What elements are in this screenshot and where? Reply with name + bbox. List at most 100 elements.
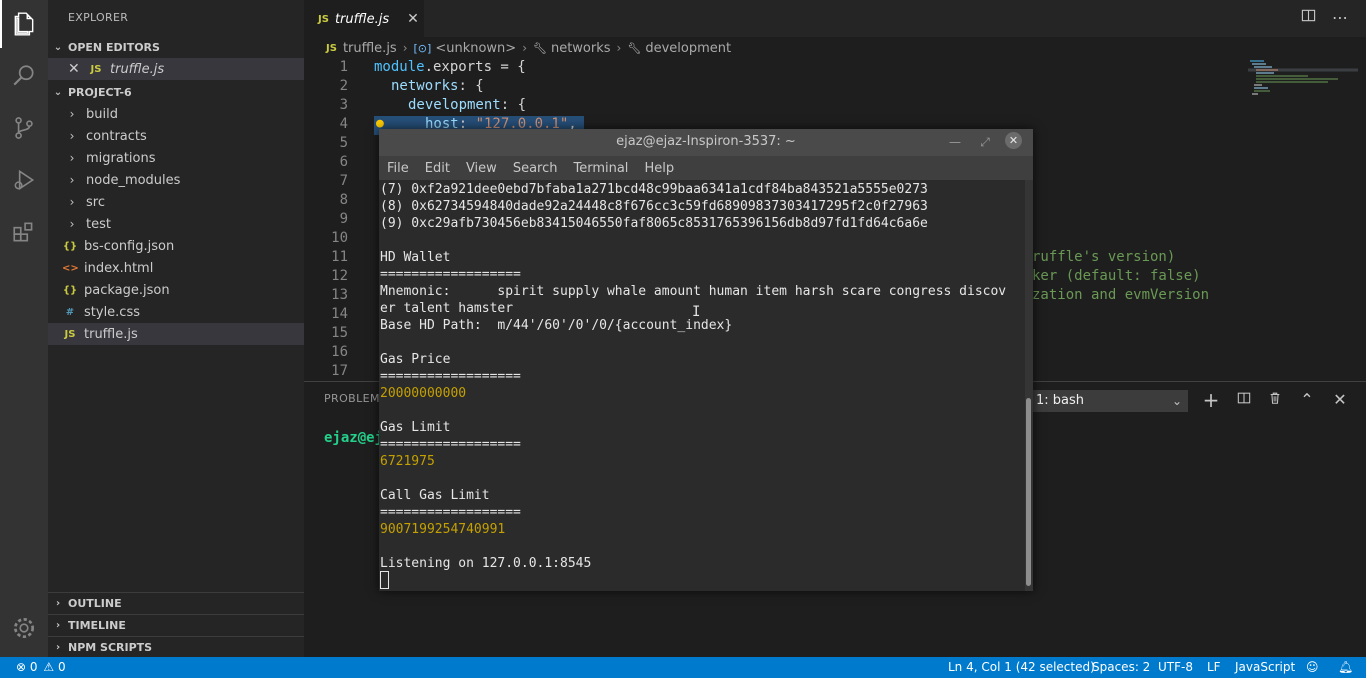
code-line: development: { (408, 97, 526, 113)
minimap[interactable] (1248, 59, 1358, 109)
code-token: networks (391, 78, 459, 94)
tree-item-src[interactable]: › src (48, 191, 304, 213)
text-cursor-icon: I (692, 304, 701, 320)
project-header[interactable]: ⌄ PROJECT-6 (48, 81, 304, 103)
bell-icon[interactable]: 🔔︎ (1338, 660, 1353, 674)
menu-edit[interactable]: Edit (425, 161, 450, 176)
language-mode[interactable]: JavaScript (1235, 660, 1295, 674)
split-terminal-icon[interactable] (1234, 390, 1254, 410)
terminal-prompt[interactable]: ejaz@ej (324, 430, 383, 446)
terminal-line: HD Wallet (380, 250, 451, 265)
breadcrumb-networks[interactable]: networks (551, 41, 611, 56)
chevron-right-icon: › (69, 151, 75, 165)
trash-icon[interactable] (1265, 390, 1285, 410)
terminal-line: ================== (380, 505, 521, 520)
chevron-right-icon: › (69, 129, 75, 143)
problems-indicator[interactable]: ⊗ 0 ⚠︎ 0 (16, 660, 66, 674)
symbol-variable-icon: [⊙] (413, 41, 432, 55)
terminal-line: ================== (380, 437, 521, 452)
tree-item-node-modules[interactable]: › node_modules (48, 169, 304, 191)
line-ending[interactable]: LF (1207, 660, 1221, 674)
tree-item-index-html[interactable]: <> index.html (48, 257, 304, 279)
run-debug-icon[interactable] (0, 156, 48, 204)
menu-view[interactable]: View (466, 161, 497, 176)
encoding[interactable]: UTF-8 (1158, 660, 1193, 674)
chevron-right-icon: › (402, 41, 408, 55)
terminal-line: Call Gas Limit (380, 488, 490, 503)
extensions-icon[interactable] (0, 208, 48, 256)
wrench-icon: 🔧︎ (627, 41, 642, 55)
line-number: 3 (339, 97, 348, 113)
scrollbar-thumb[interactable] (1026, 398, 1031, 586)
source-control-icon[interactable] (0, 104, 48, 152)
menu-help[interactable]: Help (644, 161, 674, 176)
outline-header[interactable]: › OUTLINE (48, 592, 304, 614)
activity-bar (0, 0, 48, 657)
menu-file[interactable]: File (387, 161, 409, 176)
line-number: 6 (339, 154, 348, 170)
terminal-line: 6721975 (380, 454, 435, 469)
cursor-position[interactable]: Ln 4, Col 1 (42 selected) (948, 660, 1095, 674)
indentation[interactable]: Spaces: 2 (1092, 660, 1150, 674)
explorer-icon[interactable] (0, 0, 48, 48)
tree-item-migrations[interactable]: › migrations (48, 147, 304, 169)
gear-icon[interactable] (0, 604, 48, 652)
add-terminal-icon[interactable]: + (1201, 390, 1221, 410)
more-actions-icon[interactable]: ⋯ (1330, 8, 1350, 28)
feedback-icon[interactable]: ☺ (1306, 660, 1319, 674)
menu-search[interactable]: Search (513, 161, 558, 176)
terminal-window-titlebar[interactable]: ejaz@ejaz-Inspiron-3537: ~ — ⤢ ✕ (379, 129, 1033, 156)
breadcrumb-file[interactable]: truffle.js (343, 41, 397, 56)
breadcrumb-symbol[interactable]: <unknown> (435, 41, 516, 56)
breadcrumb-development[interactable]: development (645, 41, 731, 56)
tree-item-test[interactable]: › test (48, 213, 304, 235)
maximize-icon[interactable]: ⤢ (975, 132, 995, 152)
open-editors-header[interactable]: ⌄ OPEN EDITORS (48, 36, 304, 58)
tree-item-label: migrations (86, 150, 156, 166)
minimize-icon[interactable]: — (945, 132, 965, 152)
close-icon[interactable]: ✕ (407, 11, 419, 27)
tree-item-bs-config[interactable]: {} bs-config.json (48, 235, 304, 257)
json-file-icon: {} (62, 240, 78, 252)
tree-item-contracts[interactable]: › contracts (48, 125, 304, 147)
terminal-line: Base HD Path: m/44'/60'/0'/0/{account_in… (380, 318, 733, 333)
tree-item-label: index.html (84, 260, 154, 276)
breadcrumb: JS truffle.js › [⊙] <unknown> › 🔧︎ netwo… (304, 37, 1366, 59)
open-editor-item[interactable]: ✕ JS truffle.js (48, 58, 304, 80)
tree-item-truffle-js[interactable]: JS truffle.js (48, 323, 304, 345)
tab-truffle-js[interactable]: JS truffle.js ✕ (304, 0, 424, 37)
search-icon[interactable] (0, 52, 48, 100)
css-file-icon: # (65, 306, 75, 318)
terminal-select-value: 1: bash (1036, 393, 1085, 408)
close-icon[interactable]: ✕ (68, 61, 84, 77)
terminal-line: Gas Price (380, 352, 451, 367)
tree-item-style-css[interactable]: # style.css (48, 301, 304, 323)
tree-item-label: src (86, 194, 105, 210)
terminal-line: (8) 0x62734594840dade92a24448c8f676cc3c5… (380, 199, 928, 214)
tab-problems[interactable]: PROBLEMS (324, 392, 387, 405)
terminal-window[interactable]: ejaz@ejaz-Inspiron-3537: ~ — ⤢ ✕ File Ed… (379, 129, 1033, 591)
terminal-output[interactable]: (7) 0xf2a921dee0ebd7bfaba1a271bcd48c99ba… (379, 180, 1025, 591)
chevron-right-icon: › (69, 195, 75, 209)
line-number: 15 (331, 325, 348, 341)
tree-item-label: style.css (84, 304, 140, 320)
terminal-select[interactable]: 1: bash ⌄ (1032, 390, 1188, 412)
split-editor-icon[interactable] (1298, 8, 1318, 28)
close-panel-icon[interactable]: ✕ (1330, 390, 1350, 410)
tree-item-label: package.json (84, 282, 170, 298)
menu-terminal[interactable]: Terminal (573, 161, 628, 176)
tree-item-package-json[interactable]: {} package.json (48, 279, 304, 301)
line-number: 8 (339, 192, 348, 208)
terminal-scrollbar[interactable] (1025, 180, 1033, 591)
code-token: development (408, 97, 501, 113)
js-file-icon: JS (318, 13, 329, 25)
tree-item-build[interactable]: › build (48, 103, 304, 125)
terminal-line: Mnemonic: spirit supply whale amount hum… (380, 284, 1007, 299)
chevron-right-icon: › (55, 642, 61, 653)
chevron-right-icon: › (616, 41, 622, 55)
timeline-header[interactable]: › TIMELINE (48, 614, 304, 636)
chevron-right-icon: › (522, 41, 527, 55)
window-close-icon[interactable]: ✕ (1005, 132, 1022, 149)
chevron-up-icon[interactable]: ⌃ (1297, 390, 1317, 410)
npm-scripts-header[interactable]: › NPM SCRIPTS (48, 636, 304, 658)
